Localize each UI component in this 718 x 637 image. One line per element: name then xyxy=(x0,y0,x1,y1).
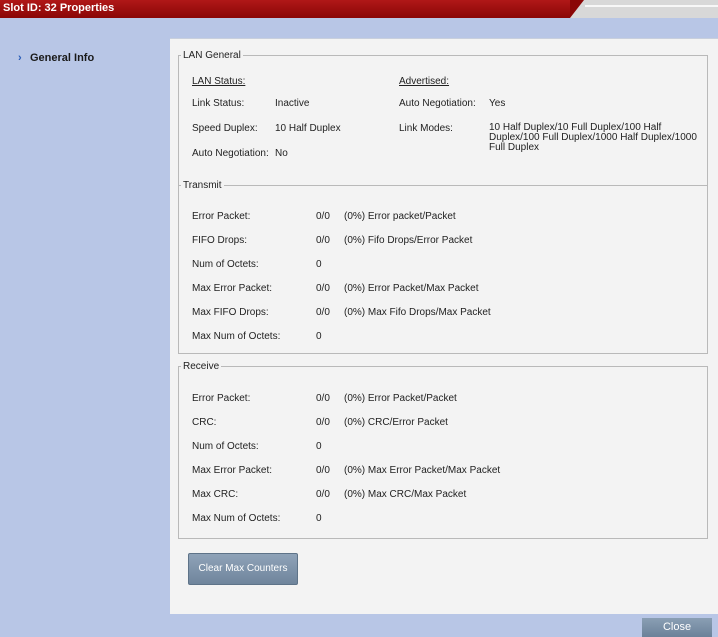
rx-crc-note: (0%) CRC/Error Packet xyxy=(344,417,448,428)
tx-num-octets-value: 0 xyxy=(316,259,322,270)
tx-error-packet-label: Error Packet: xyxy=(192,211,251,222)
auto-neg-value: No xyxy=(275,148,288,159)
rx-error-packet-label: Error Packet: xyxy=(192,393,251,404)
tx-max-error-packet-label: Max Error Packet: xyxy=(192,283,273,294)
close-button[interactable]: Close xyxy=(642,618,712,637)
sidebar-item-general-info[interactable]: › General Info xyxy=(18,52,95,64)
window-title: Slot ID: 32 Properties xyxy=(3,2,115,14)
rx-error-packet-note: (0%) Error Packet/Packet xyxy=(344,393,457,404)
rx-max-num-octets-label: Max Num of Octets: xyxy=(192,513,281,524)
rx-max-crc-value: 0/0 xyxy=(316,489,330,500)
link-modes-line: Full Duplex xyxy=(489,142,540,153)
lan-general-section: LAN General LAN Status: Advertised: Link… xyxy=(178,50,708,192)
rx-max-num-octets-value: 0 xyxy=(316,513,322,524)
title-bar: Slot ID: 32 Properties xyxy=(0,0,718,18)
tx-error-packet-value: 0/0 xyxy=(316,211,330,222)
tx-max-fifo-drops-label: Max FIFO Drops: xyxy=(192,307,269,318)
section-legend: Transmit xyxy=(183,180,222,191)
link-status-value: Inactive xyxy=(275,98,310,109)
lan-status-header: LAN Status: xyxy=(192,76,246,87)
link-status-label: Link Status: xyxy=(192,98,245,109)
tx-max-fifo-drops-note: (0%) Max Fifo Drops/Max Packet xyxy=(344,307,491,318)
tx-fifo-drops-value: 0/0 xyxy=(316,235,330,246)
tx-max-error-packet-note: (0%) Error Packet/Max Packet xyxy=(344,283,479,294)
transmit-section: Transmit Error Packet: 0/0 (0%) Error pa… xyxy=(178,180,708,354)
properties-panel: LAN General LAN Status: Advertised: Link… xyxy=(170,38,718,615)
chevron-right-icon: › xyxy=(18,52,22,64)
sidebar-item-label: General Info xyxy=(30,52,95,64)
rx-max-error-packet-note: (0%) Max Error Packet/Max Packet xyxy=(344,465,501,476)
tx-fifo-drops-label: FIFO Drops: xyxy=(192,235,248,246)
rx-max-crc-note: (0%) Max CRC/Max Packet xyxy=(344,489,467,500)
rx-max-error-packet-label: Max Error Packet: xyxy=(192,465,273,476)
tx-error-packet-note: (0%) Error packet/Packet xyxy=(344,211,456,222)
title-tab: Slot ID: 32 Properties xyxy=(0,0,584,18)
link-modes-value: 10 Half Duplex/10 Full Duplex/100 Half D… xyxy=(489,123,697,153)
section-legend: Receive xyxy=(183,361,220,372)
receive-section: Receive Error Packet: 0/0 (0%) Error Pac… xyxy=(178,361,708,539)
speed-duplex-label: Speed Duplex: xyxy=(192,123,258,134)
link-modes-label: Link Modes: xyxy=(399,123,453,134)
advertised-header: Advertised: xyxy=(399,76,450,87)
rx-crc-value: 0/0 xyxy=(316,417,330,428)
rx-crc-label: CRC: xyxy=(192,417,217,428)
section-legend: LAN General xyxy=(183,50,241,61)
content-header xyxy=(170,18,718,38)
tx-max-num-octets-value: 0 xyxy=(316,331,322,342)
tx-fifo-drops-note: (0%) Fifo Drops/Error Packet xyxy=(344,235,473,246)
rx-error-packet-value: 0/0 xyxy=(316,393,330,404)
tx-max-num-octets-label: Max Num of Octets: xyxy=(192,331,281,342)
tx-max-fifo-drops-value: 0/0 xyxy=(316,307,330,318)
adv-auto-neg-label: Auto Negotiation: xyxy=(399,98,476,109)
rx-num-octets-value: 0 xyxy=(316,441,322,452)
rx-max-error-packet-value: 0/0 xyxy=(316,465,330,476)
adv-auto-neg-value: Yes xyxy=(489,98,506,109)
rx-num-octets-label: Num of Octets: xyxy=(192,441,259,452)
speed-duplex-value: 10 Half Duplex xyxy=(275,123,341,134)
tx-num-octets-label: Num of Octets: xyxy=(192,259,259,270)
title-bevel xyxy=(585,5,718,7)
auto-neg-label: Auto Negotiation: xyxy=(192,148,269,159)
clear-max-counters-button[interactable]: Clear Max Counters xyxy=(188,553,298,585)
rx-max-crc-label: Max CRC: xyxy=(192,489,239,500)
tx-max-error-packet-value: 0/0 xyxy=(316,283,330,294)
footer-bar xyxy=(0,614,718,637)
sidebar: › General Info xyxy=(0,18,170,637)
